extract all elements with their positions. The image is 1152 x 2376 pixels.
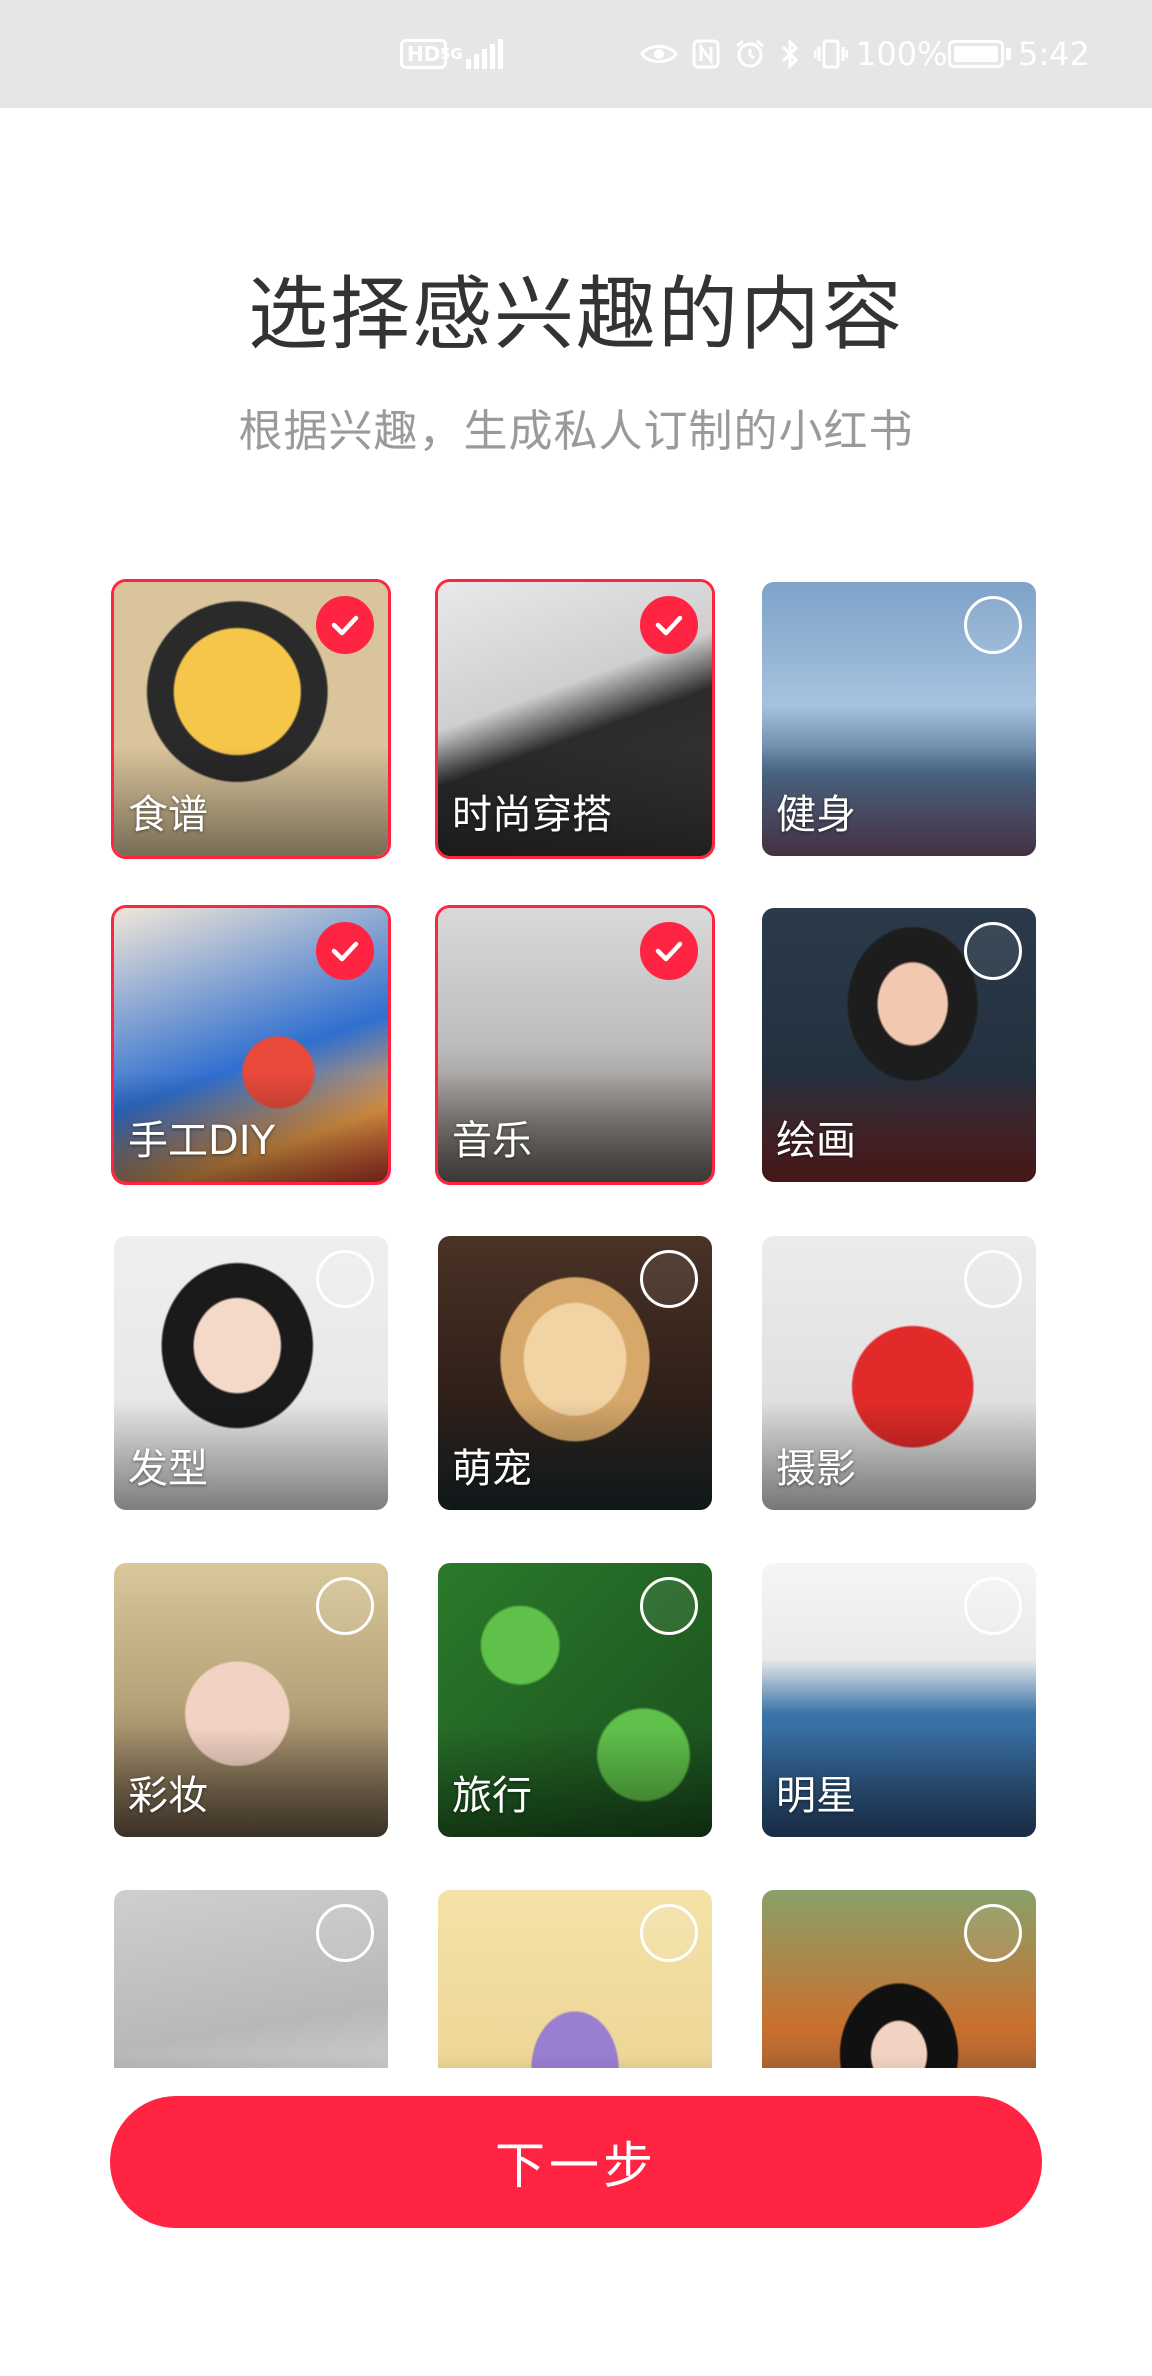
- interest-tile[interactable]: [114, 1890, 388, 2068]
- interest-tile[interactable]: [762, 1890, 1036, 2068]
- interest-label: 健身: [776, 792, 856, 838]
- interest-label: 明星: [776, 1773, 856, 1819]
- interest-tile[interactable]: 健身: [762, 582, 1036, 856]
- interest-tile[interactable]: 发型: [114, 1236, 388, 1510]
- select-circle-icon[interactable]: [640, 1577, 698, 1635]
- interest-tile[interactable]: 摄影: [762, 1236, 1036, 1510]
- next-step-button[interactable]: 下一步: [110, 2096, 1042, 2228]
- select-circle-icon[interactable]: [316, 1577, 374, 1635]
- checkmark-icon[interactable]: [640, 596, 698, 654]
- interest-tile[interactable]: 食谱: [114, 582, 388, 856]
- select-circle-icon[interactable]: [964, 1577, 1022, 1635]
- interest-tile[interactable]: [438, 1890, 712, 2068]
- select-circle-icon[interactable]: [964, 922, 1022, 980]
- interest-label: 旅行: [452, 1773, 532, 1819]
- interest-label: 音乐: [452, 1118, 532, 1164]
- interest-tile[interactable]: 时尚穿搭: [438, 582, 712, 856]
- interest-tile[interactable]: 明星: [762, 1563, 1036, 1837]
- interest-grid: 食谱 时尚穿搭 健身手工DIY 音乐 绘画发型 萌宠 摄影彩妆 旅行 明星: [0, 0, 1152, 2068]
- select-circle-icon[interactable]: [964, 1904, 1022, 1962]
- select-circle-icon[interactable]: [964, 596, 1022, 654]
- checkmark-icon[interactable]: [640, 922, 698, 980]
- interest-label: 时尚穿搭: [452, 792, 612, 838]
- select-circle-icon[interactable]: [316, 1904, 374, 1962]
- interest-label: 摄影: [776, 1446, 856, 1492]
- interest-label: 彩妆: [128, 1773, 208, 1819]
- interest-tile[interactable]: 彩妆: [114, 1563, 388, 1837]
- select-circle-icon[interactable]: [316, 1250, 374, 1308]
- interest-tile[interactable]: 绘画: [762, 908, 1036, 1182]
- interest-label: 食谱: [128, 792, 208, 838]
- select-circle-icon[interactable]: [964, 1250, 1022, 1308]
- interest-label: 手工DIY: [128, 1118, 276, 1164]
- select-circle-icon[interactable]: [640, 1904, 698, 1962]
- select-circle-icon[interactable]: [640, 1250, 698, 1308]
- interest-tile[interactable]: 音乐: [438, 908, 712, 1182]
- interest-tile[interactable]: 旅行: [438, 1563, 712, 1837]
- interest-label: 发型: [128, 1446, 208, 1492]
- interest-label: 绘画: [776, 1118, 856, 1164]
- checkmark-icon[interactable]: [316, 596, 374, 654]
- checkmark-icon[interactable]: [316, 922, 374, 980]
- interest-label: 萌宠: [452, 1446, 532, 1492]
- interest-tile[interactable]: 手工DIY: [114, 908, 388, 1182]
- interest-tile[interactable]: 萌宠: [438, 1236, 712, 1510]
